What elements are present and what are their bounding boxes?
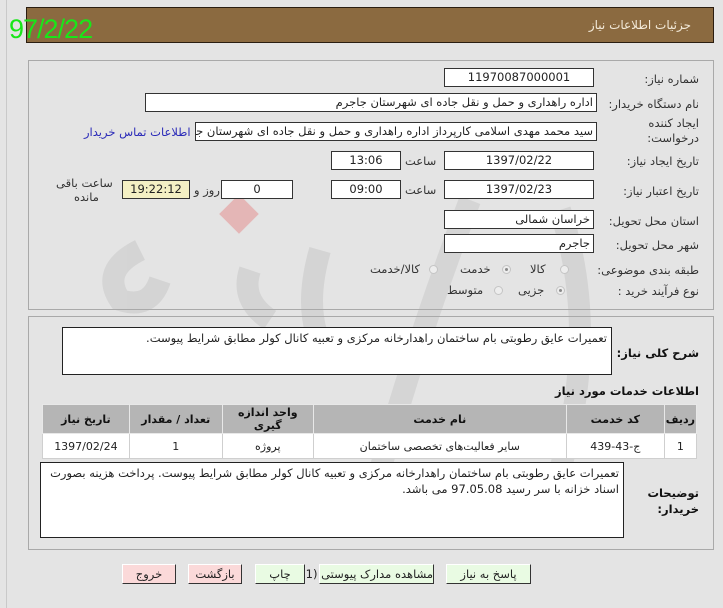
need-number-field: 11970087000001 [444, 68, 594, 87]
category-label: طبقه بندی موضوعی: [597, 263, 699, 277]
remaining-days-field: 0 [221, 180, 293, 199]
validity-date-value: 1397/02/23 [485, 182, 553, 196]
created-date-label: تاریخ ایجاد نیاز: [626, 154, 699, 168]
buyer-org-value: اداره راهداری و حمل و نقل جاده ای شهرستا… [335, 95, 593, 109]
process-option-medium: متوسط [447, 283, 484, 297]
remaining-time-field: 19:22:12 [122, 180, 190, 199]
services-table: ردیف کد خدمت نام خدمت واحد اندازه گیری ت… [42, 404, 698, 459]
city-label: شهر محل تحویل: [615, 238, 699, 252]
buyer-org-field: اداره راهداری و حمل و نقل جاده ای شهرستا… [145, 93, 597, 112]
validity-date-label: تاریخ اعتبار نیاز: [623, 184, 699, 198]
table-row: 1 ج-43-439 سایر فعالیت‌های تخصصی ساختمان… [42, 433, 698, 459]
category-radio-goods[interactable] [560, 265, 569, 274]
validity-date-field: 1397/02/23 [444, 180, 594, 199]
buyer-contact-link[interactable]: اطلاعات تماس خریدار [84, 125, 191, 139]
remaining-label-2: مانده [74, 190, 99, 204]
col-unit: واحد اندازه گیری [221, 404, 314, 434]
category-radio-goods-service[interactable] [429, 265, 438, 274]
process-radio-minor[interactable] [556, 286, 565, 295]
created-date-value: 1397/02/22 [485, 153, 553, 167]
exit-button[interactable]: خروج [122, 564, 176, 584]
created-time-value: 13:06 [349, 153, 383, 167]
province-value: خراسان شمالی [515, 212, 590, 226]
created-time-field: 13:06 [331, 151, 401, 170]
requester-label-2: درخواست: [647, 131, 699, 145]
page-header: جزئیات اطلاعات نیاز [26, 7, 714, 43]
cell-unit: پروژه [221, 433, 314, 459]
process-option-minor: جزیی [518, 283, 545, 297]
cell-service-code: ج-43-439 [565, 433, 665, 459]
need-number-label: شماره نیاز: [644, 72, 699, 86]
category-option-goods-service: کالا/خدمت [370, 262, 421, 276]
page-left-border [6, 0, 7, 608]
province-label: استان محل تحویل: [608, 214, 699, 228]
days-label: روز و [194, 183, 220, 197]
cell-service-name: سایر فعالیت‌های تخصصی ساختمان [312, 433, 567, 459]
requester-label-1: ایجاد کننده [648, 116, 699, 130]
remaining-time-value: 19:22:12 [130, 182, 182, 196]
view-attachments-button[interactable]: مشاهده مدارک پیوستی (1) [301, 564, 434, 584]
remaining-label-1: ساعت باقی [56, 176, 113, 190]
requester-value: سید محمد مهدی اسلامی کارپرداز اداره راهد… [195, 124, 593, 138]
need-number-value: 11970087000001 [467, 70, 571, 84]
description-label: شرح کلی نیاز: [616, 346, 699, 360]
process-label: نوع فرآیند خرید : [617, 284, 699, 298]
category-option-goods: کالا [530, 262, 546, 276]
city-field: جاجرم [444, 234, 594, 253]
process-radio-medium[interactable] [494, 286, 503, 295]
services-title: اطلاعات خدمات مورد نیاز [555, 384, 699, 398]
cell-need-date: 1397/02/24 [42, 433, 130, 459]
validity-time-value: 09:00 [349, 182, 383, 196]
description-value: تعمیرات عایق رطوبتی بام ساختمان راهدارخا… [146, 331, 607, 345]
buyer-notes-label-1: توضیحات [647, 486, 700, 500]
created-date-field: 1397/02/22 [444, 151, 594, 170]
col-row-number: ردیف [663, 404, 698, 434]
category-option-service: خدمت [460, 262, 491, 276]
cell-quantity: 1 [128, 433, 223, 459]
created-time-label: ساعت [405, 154, 437, 168]
remaining-days-value: 0 [253, 182, 261, 196]
buyer-org-label: نام دستگاه خریدار: [608, 97, 699, 111]
validity-time-field: 09:00 [331, 180, 401, 199]
services-header-row: ردیف کد خدمت نام خدمت واحد اندازه گیری ت… [42, 404, 698, 434]
print-button[interactable]: چاپ [255, 564, 305, 584]
validity-time-label: ساعت [405, 183, 437, 197]
col-need-date: تاریخ نیاز [42, 404, 130, 434]
page-title: جزئیات اطلاعات نیاز [588, 18, 691, 32]
buyer-notes-value: تعمیرات عایق رطوبتی بام ساختمان راهدارخا… [50, 466, 619, 496]
category-radio-service[interactable] [502, 265, 511, 274]
buyer-notes-field: تعمیرات عایق رطوبتی بام ساختمان راهدارخا… [40, 462, 624, 538]
date-stamp: 97/2/22 [9, 14, 93, 44]
col-quantity: تعداد / مقدار [128, 404, 223, 434]
reply-button[interactable]: پاسخ به نیاز [446, 564, 531, 584]
col-service-name: نام خدمت [312, 404, 567, 434]
col-service-code: کد خدمت [565, 404, 665, 434]
back-button[interactable]: بازگشت [188, 564, 242, 584]
requester-field: سید محمد مهدی اسلامی کارپرداز اداره راهد… [195, 122, 597, 141]
cell-row-number: 1 [663, 433, 698, 459]
buyer-notes-label-2: خریدار: [657, 502, 699, 516]
city-value: جاجرم [558, 236, 590, 250]
province-field: خراسان شمالی [444, 210, 594, 229]
description-field: تعمیرات عایق رطوبتی بام ساختمان راهدارخا… [62, 327, 612, 375]
